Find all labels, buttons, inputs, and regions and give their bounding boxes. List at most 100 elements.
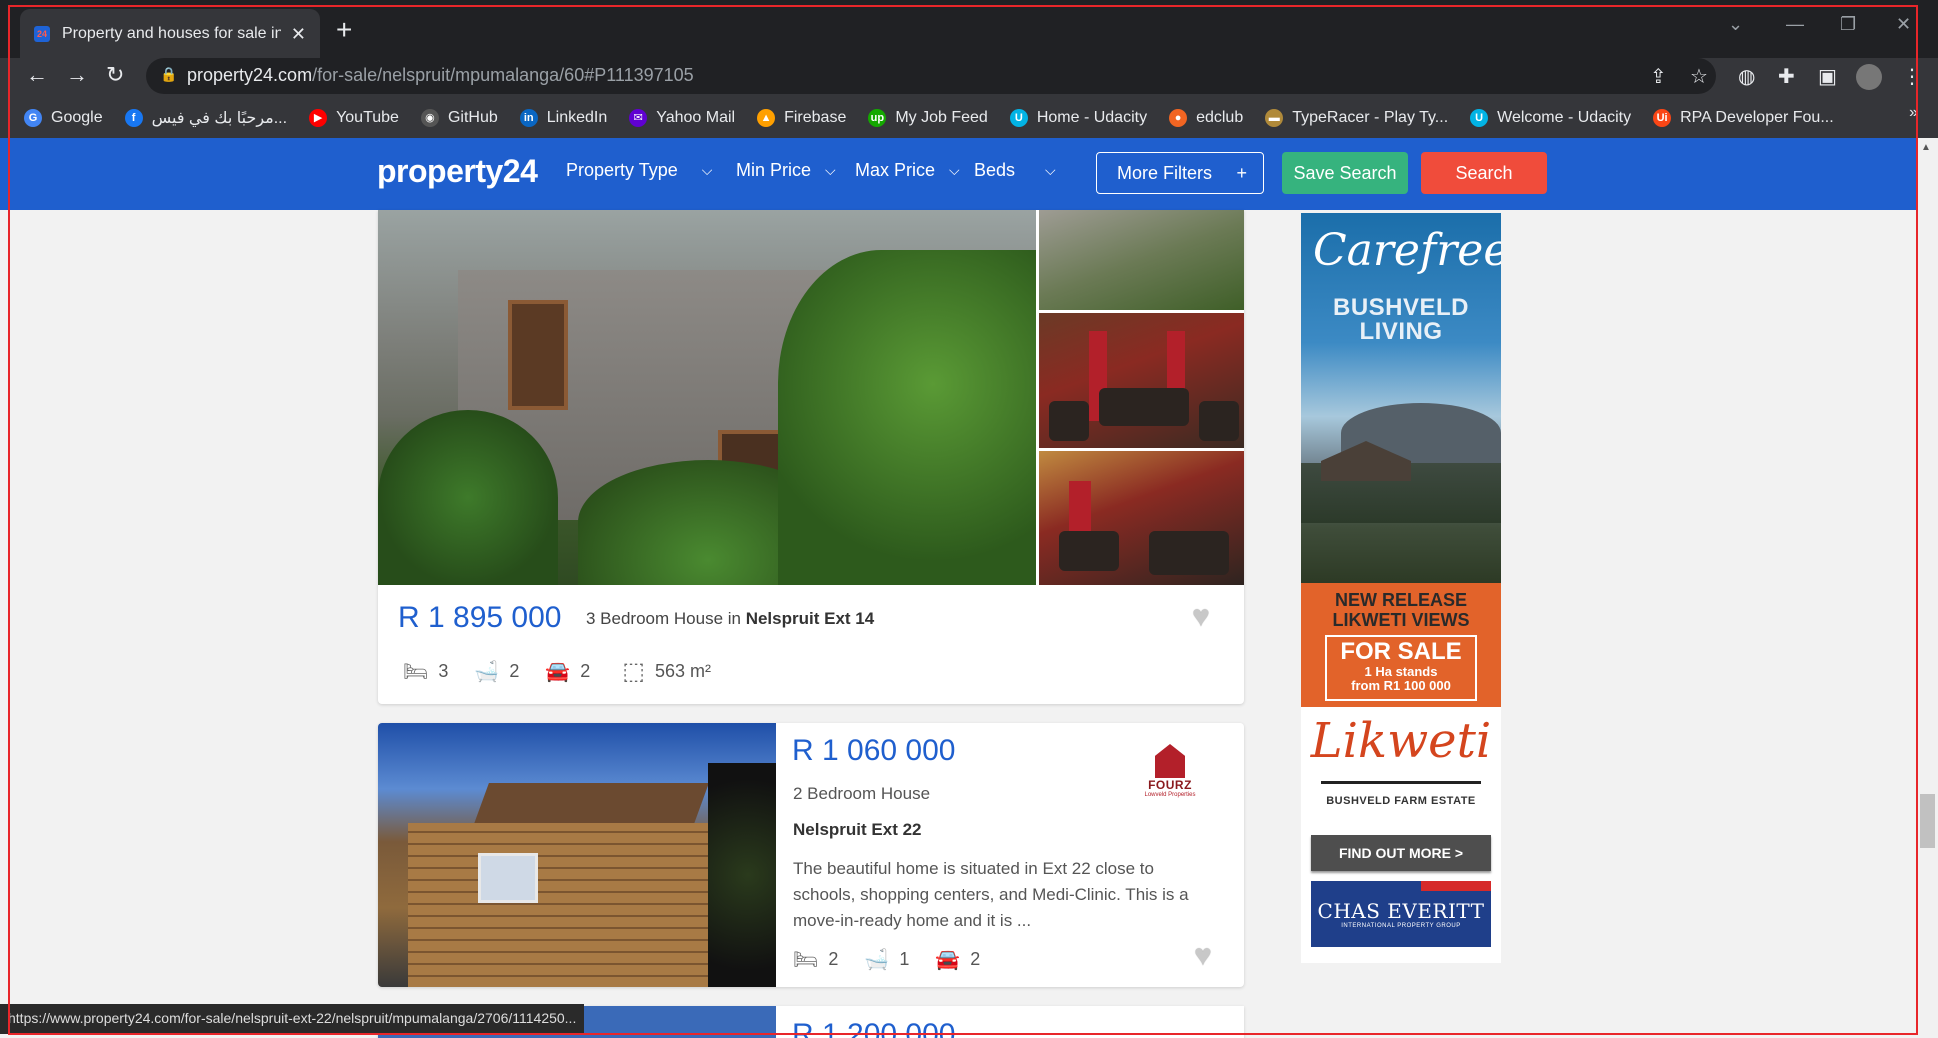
bathrooms-count: 1 bbox=[899, 949, 910, 969]
chevron-down-icon: ⌵ bbox=[701, 162, 713, 178]
chevron-down-icon: ⌵ bbox=[1045, 162, 1056, 178]
ad-find-out-more-button[interactable]: FIND OUT MORE > bbox=[1311, 835, 1491, 871]
uipath-icon: Ui bbox=[1653, 109, 1672, 127]
extension-globe-icon[interactable]: ◍ bbox=[1738, 64, 1755, 89]
agency-name: FOURZ bbox=[1148, 778, 1192, 792]
ad-views: LIKWETI VIEWS bbox=[1332, 610, 1470, 630]
filter-property-type[interactable]: Property Type ⌵ bbox=[566, 160, 712, 181]
listing-type: 3 Bedroom House in bbox=[586, 609, 746, 628]
filter-beds[interactable]: Beds ⌵ bbox=[974, 160, 1056, 181]
back-icon[interactable]: ← bbox=[26, 62, 48, 88]
listing-price[interactable]: R 1 060 000 bbox=[792, 734, 955, 768]
bookmark-label: My Job Feed bbox=[895, 109, 988, 126]
reload-icon[interactable]: ↻ bbox=[106, 62, 124, 88]
github-icon: ◉ bbox=[420, 109, 439, 127]
bedrooms-feature: 🛏 2 bbox=[793, 947, 838, 972]
scroll-up-arrow-icon[interactable]: ▲ bbox=[1921, 142, 1931, 153]
agency-logo[interactable]: FOURZ Lowveld Properties bbox=[1142, 744, 1198, 804]
property24-favicon-icon: 24 bbox=[34, 26, 50, 42]
profile-avatar[interactable] bbox=[1856, 64, 1882, 90]
ad-for-sale-box: FOR SALE 1 Ha stands from R1 100 000 bbox=[1325, 635, 1477, 701]
bookmark-item[interactable]: U Home - Udacity bbox=[1009, 109, 1148, 127]
bookmark-item[interactable]: ▶ YouTube bbox=[309, 109, 399, 127]
bookmark-label: GitHub bbox=[447, 109, 498, 126]
bookmark-label: TypeRacer - Play Ty... bbox=[1292, 109, 1449, 126]
bookmark-item[interactable]: ▲ Firebase bbox=[757, 109, 846, 127]
chrome-menu-icon[interactable]: ⋮ bbox=[1902, 64, 1922, 89]
bookmark-label: LinkedIn bbox=[546, 109, 608, 126]
listing-thumbnail[interactable] bbox=[1039, 210, 1244, 310]
ad-headline: Carefree bbox=[1313, 225, 1501, 276]
listing-location[interactable]: Nelspruit Ext 22 bbox=[793, 820, 922, 840]
restore-icon[interactable]: ❐ bbox=[1840, 14, 1856, 35]
ad-subline-2: LIVING bbox=[1359, 318, 1443, 345]
ad-new-release: NEW RELEASE bbox=[1334, 590, 1467, 610]
bookmark-item[interactable]: U Welcome - Udacity bbox=[1470, 109, 1631, 127]
lock-icon[interactable]: 🔒 bbox=[160, 66, 177, 83]
site-header bbox=[0, 138, 1938, 210]
listing-description[interactable]: The beautiful home is situated in Ext 22… bbox=[793, 856, 1213, 934]
side-panel-icon[interactable]: ▣ bbox=[1818, 64, 1837, 89]
listing-thumbnail[interactable] bbox=[1039, 313, 1244, 448]
ad-stands: 1 Ha stands bbox=[1364, 664, 1438, 679]
bookmark-item[interactable]: up My Job Feed bbox=[868, 109, 988, 127]
bookmark-item[interactable]: in LinkedIn bbox=[519, 109, 608, 127]
youtube-icon: ▶ bbox=[309, 109, 328, 127]
bed-icon: 🛏 bbox=[403, 661, 429, 683]
advertisement-banner[interactable]: Carefree BUSHVELD LIVING NEW RELEASE LIKWE… bbox=[1301, 213, 1501, 963]
bookmark-item[interactable]: f مرحبًا بك في فيس... bbox=[124, 108, 287, 128]
browser-tab[interactable]: 24 Property and houses for sale in N ✕ bbox=[20, 9, 320, 59]
minimize-icon[interactable]: — bbox=[1786, 14, 1804, 35]
listing-features: 🛏 3 🛁 2 🚘 2 ⬚ 563 m² bbox=[403, 657, 737, 686]
bookmark-item[interactable]: G Google bbox=[24, 109, 103, 127]
close-tab-icon[interactable]: ✕ bbox=[291, 24, 306, 45]
listing-price[interactable]: R 1 895 000 bbox=[398, 601, 561, 635]
ad-estate: BUSHVELD FARM ESTATE bbox=[1326, 795, 1476, 807]
bookmark-item[interactable]: ▬ TypeRacer - Play Ty... bbox=[1265, 109, 1448, 127]
bedrooms-feature: 🛏 3 bbox=[403, 659, 448, 684]
listing-main-photo[interactable] bbox=[378, 210, 1036, 585]
filter-label: Max Price bbox=[855, 160, 936, 180]
ad-agency-logo[interactable]: CHAS EVERITT INTERNATIONAL PROPERTY GROU… bbox=[1311, 881, 1491, 947]
bookmark-label: Home - Udacity bbox=[1036, 109, 1148, 126]
status-bar-url: https://www.property24.com/for-sale/nels… bbox=[0, 1004, 585, 1034]
bookmark-item[interactable]: ◉ GitHub bbox=[420, 109, 498, 127]
page-scrollbar[interactable] bbox=[1917, 138, 1938, 1038]
bookmark-star-icon[interactable]: ☆ bbox=[1690, 64, 1708, 89]
extensions-puzzle-icon[interactable]: ✚ bbox=[1778, 64, 1795, 89]
listing-title[interactable]: 3 Bedroom House in Nelspruit Ext 14 bbox=[586, 609, 874, 629]
bookmark-item[interactable]: ✉ Yahoo Mail bbox=[629, 109, 735, 127]
tab-search-icon[interactable]: ⌄ bbox=[1728, 14, 1743, 35]
bathrooms-count: 2 bbox=[509, 661, 520, 681]
property24-logo[interactable]: property24 bbox=[377, 153, 538, 190]
new-tab-icon[interactable]: + bbox=[336, 16, 352, 44]
bookmark-label: edclub bbox=[1196, 109, 1244, 126]
favourite-heart-icon[interactable]: ♥ bbox=[1194, 939, 1212, 973]
upwork-icon: up bbox=[868, 109, 887, 127]
filter-max-price[interactable]: Max Price ⌵ bbox=[855, 160, 960, 181]
more-filters-button[interactable]: More Filters + bbox=[1096, 152, 1264, 194]
listing-price[interactable]: R 1 200 000 bbox=[792, 1018, 955, 1038]
bath-icon: 🛁 bbox=[474, 661, 500, 683]
more-bookmarks-icon[interactable]: » bbox=[1909, 104, 1918, 122]
listing-photo[interactable] bbox=[378, 723, 776, 987]
search-button[interactable]: Search bbox=[1421, 152, 1547, 194]
share-icon[interactable]: ⇪ bbox=[1650, 64, 1667, 89]
ad-release: NEW RELEASE LIKWETI VIEWS bbox=[1301, 590, 1501, 630]
close-window-icon[interactable]: ✕ bbox=[1896, 14, 1911, 35]
favourite-heart-icon[interactable]: ♥ bbox=[1192, 600, 1210, 634]
url-text[interactable]: property24.com/for-sale/nelspruit/mpumal… bbox=[187, 65, 694, 86]
filter-min-price[interactable]: Min Price ⌵ bbox=[736, 160, 836, 181]
listing-type[interactable]: 2 Bedroom House bbox=[793, 784, 930, 804]
forward-icon[interactable]: → bbox=[66, 62, 88, 88]
listing-thumbnail[interactable] bbox=[1039, 451, 1244, 585]
plus-icon: + bbox=[1236, 162, 1247, 183]
udacity-icon: U bbox=[1470, 109, 1489, 127]
linkedin-icon: in bbox=[519, 109, 538, 127]
save-search-button[interactable]: Save Search bbox=[1282, 152, 1408, 194]
browser-titlebar: 24 Property and houses for sale in N ✕ +… bbox=[0, 0, 1938, 59]
bookmark-item[interactable]: Ui RPA Developer Fou... bbox=[1653, 109, 1834, 127]
ad-agency-name: CHAS EVERITT bbox=[1317, 899, 1485, 923]
scrollbar-thumb[interactable] bbox=[1920, 794, 1935, 848]
bookmark-item[interactable]: ● edclub bbox=[1169, 109, 1243, 127]
